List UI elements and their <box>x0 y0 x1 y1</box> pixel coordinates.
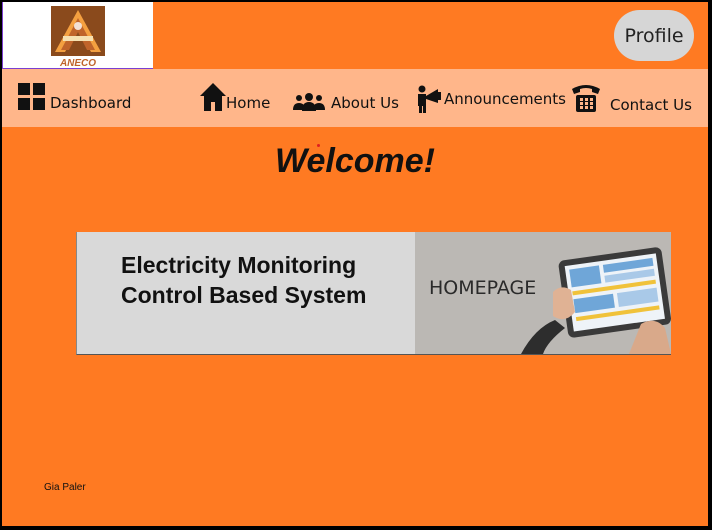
telephone-icon <box>572 85 600 112</box>
nav-label-dashboard: Dashboard <box>50 94 132 112</box>
nav-item-dashboard[interactable]: Dashboard <box>18 83 131 111</box>
megaphone-icon <box>418 85 441 113</box>
red-dot-marker <box>317 144 320 147</box>
page-frame: ANECO Profile Dashboard Home About Us An… <box>2 2 708 526</box>
grid-icon <box>18 83 45 110</box>
nav-item-home[interactable]: Home <box>200 83 270 111</box>
nav-label-contact-us: Contact Us <box>610 96 692 114</box>
home-icon <box>200 83 226 111</box>
nav-label-announcements: Announcements <box>444 90 566 108</box>
nav-label-about-us: About Us <box>331 94 399 112</box>
banner-text-panel: Electricity Monitoring Control Based Sys… <box>77 232 415 354</box>
aneco-logo-icon: ANECO <box>51 6 105 68</box>
hero-banner: Electricity Monitoring Control Based Sys… <box>76 232 671 355</box>
profile-button[interactable]: Profile <box>614 10 694 61</box>
users-icon <box>293 93 325 111</box>
nav-item-about-us[interactable]: About Us <box>293 93 399 111</box>
nav-label-home: Home <box>226 94 271 112</box>
banner-title: Electricity Monitoring Control Based Sys… <box>121 252 367 308</box>
footer-author: Gia Paler <box>44 482 86 493</box>
logo[interactable]: ANECO <box>2 2 153 69</box>
banner-image: HOMEPAGE <box>415 232 671 354</box>
nav-item-contact-us[interactable]: Contact Us <box>570 81 692 113</box>
welcome-heading: Welcome! <box>275 142 435 180</box>
nav-item-announcements[interactable]: Announcements <box>416 85 566 113</box>
nav-bar: Dashboard Home About Us Announcements Co… <box>2 69 708 127</box>
homepage-tablet-illustration: HOMEPAGE <box>415 232 671 354</box>
homepage-image-text: HOMEPAGE <box>429 277 536 299</box>
svg-text:ANECO: ANECO <box>59 58 96 68</box>
